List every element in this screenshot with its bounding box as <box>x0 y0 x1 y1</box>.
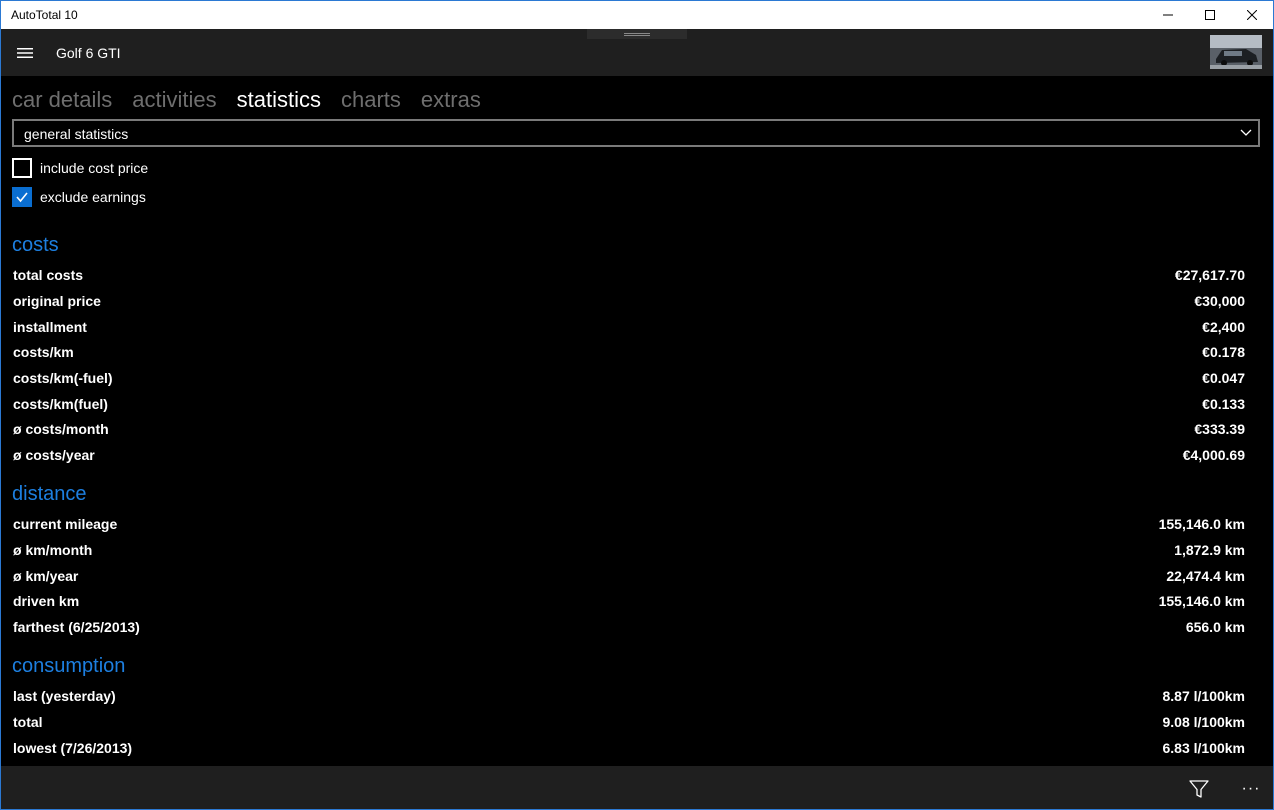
stat-row: total 9.08 l/100km <box>13 714 1245 734</box>
checkbox-checked[interactable] <box>12 187 32 207</box>
filter-icon <box>1189 780 1209 798</box>
stat-value: €0.047 <box>1202 370 1245 386</box>
stat-row: ø costs/month €333.39 <box>13 421 1245 441</box>
stat-label: costs/km <box>13 344 74 360</box>
stat-row: ø km/year 22,474.4 km <box>13 568 1245 588</box>
app-header: Golf 6 GTI <box>1 29 1273 76</box>
stat-row: total costs €27,617.70 <box>13 267 1245 287</box>
maximize-button[interactable] <box>1187 1 1233 29</box>
stat-row: costs/km(-fuel) €0.047 <box>13 370 1245 390</box>
stat-label: ø km/year <box>13 568 79 584</box>
stat-row: ø costs/year €4,000.69 <box>13 447 1245 467</box>
include-cost-price-checkbox[interactable]: include cost price <box>12 158 148 178</box>
window-title: AutoTotal 10 <box>11 8 78 22</box>
more-options-button[interactable]: ··· <box>1233 774 1269 804</box>
stat-label: last (yesterday) <box>13 688 116 704</box>
stat-value: 1,872.9 km <box>1174 542 1245 558</box>
stat-value: €2,400 <box>1202 319 1245 335</box>
stat-label: total <box>13 714 43 730</box>
close-icon <box>1247 10 1257 20</box>
tab-charts[interactable]: charts <box>341 85 401 115</box>
stat-label: current mileage <box>13 516 118 532</box>
title-bar: AutoTotal 10 <box>1 1 1273 29</box>
car-name: Golf 6 GTI <box>56 45 121 61</box>
stat-row: last (yesterday) 8.87 l/100km <box>13 688 1245 708</box>
car-image-icon <box>1210 35 1262 69</box>
section-title-consumption: consumption <box>12 655 126 677</box>
stat-label: costs/km(-fuel) <box>13 370 113 386</box>
exclude-earnings-label: exclude earnings <box>40 189 146 205</box>
stat-label: ø costs/month <box>13 421 109 437</box>
maximize-icon <box>1205 10 1215 20</box>
stat-row: farthest (6/25/2013) 656.0 km <box>13 619 1245 639</box>
minimize-button[interactable] <box>1145 1 1191 29</box>
tab-activities[interactable]: activities <box>132 85 216 115</box>
tab-extras[interactable]: extras <box>421 85 481 115</box>
checkbox-unchecked[interactable] <box>12 158 32 178</box>
stat-label: installment <box>13 319 87 335</box>
stat-value: 155,146.0 km <box>1158 593 1245 609</box>
stat-label: original price <box>13 293 101 309</box>
stat-value: €30,000 <box>1194 293 1245 309</box>
tab-statistics[interactable]: statistics <box>237 85 321 115</box>
section-title-costs: costs <box>12 234 59 256</box>
chevron-down-icon <box>1240 129 1252 136</box>
dropdown-selected-value: general statistics <box>24 126 129 142</box>
stat-value: 155,146.0 km <box>1158 516 1245 532</box>
stat-row: costs/km(fuel) €0.133 <box>13 396 1245 416</box>
filter-button[interactable] <box>1181 774 1217 804</box>
close-button[interactable] <box>1229 1 1273 29</box>
minimize-icon <box>1163 14 1173 16</box>
stat-row: driven km 155,146.0 km <box>13 593 1245 613</box>
stat-row: current mileage 155,146.0 km <box>13 516 1245 536</box>
statistics-type-dropdown[interactable]: general statistics <box>12 119 1260 147</box>
include-cost-price-label: include cost price <box>40 160 149 176</box>
exclude-earnings-checkbox[interactable]: exclude earnings <box>12 187 146 207</box>
tab-car-details[interactable]: car details <box>12 85 112 115</box>
stat-row: original price €30,000 <box>13 293 1245 313</box>
stat-label: farthest (6/25/2013) <box>13 619 140 635</box>
stat-value: 656.0 km <box>1185 619 1245 635</box>
stat-value: €0.178 <box>1202 344 1245 360</box>
stat-label: ø costs/year <box>13 447 95 463</box>
drag-handle[interactable] <box>587 29 687 39</box>
stat-value: €4,000.69 <box>1182 447 1245 463</box>
section-title-distance: distance <box>12 483 87 505</box>
pivot-tabs: car details activities statistics charts… <box>12 85 501 115</box>
stat-label: total costs <box>13 267 84 283</box>
stat-row: costs/km €0.178 <box>13 344 1245 364</box>
stat-value: €0.133 <box>1202 396 1245 412</box>
command-bar: ··· <box>1 766 1273 809</box>
app-window: AutoTotal 10 Golf 6 GTI car details acti… <box>0 0 1274 810</box>
stat-label: ø km/month <box>13 542 93 558</box>
stat-row: lowest (7/26/2013) 6.83 l/100km <box>13 740 1245 760</box>
stat-value: 22,474.4 km <box>1166 568 1245 584</box>
stat-row: ø km/month 1,872.9 km <box>13 542 1245 562</box>
hamburger-menu-button[interactable] <box>9 37 41 69</box>
checkmark-icon <box>16 192 28 203</box>
hamburger-icon <box>17 48 33 58</box>
stat-row: installment €2,400 <box>13 319 1245 339</box>
stat-value: €27,617.70 <box>1174 267 1245 283</box>
stat-label: lowest (7/26/2013) <box>13 740 133 756</box>
stat-value: 6.83 l/100km <box>1162 740 1245 756</box>
stat-label: driven km <box>13 593 80 609</box>
stat-label: costs/km(fuel) <box>13 396 108 412</box>
car-photo[interactable] <box>1210 35 1262 69</box>
stat-value: 9.08 l/100km <box>1162 714 1245 730</box>
stat-value: 8.87 l/100km <box>1162 688 1245 704</box>
stat-value: €333.39 <box>1194 421 1245 437</box>
